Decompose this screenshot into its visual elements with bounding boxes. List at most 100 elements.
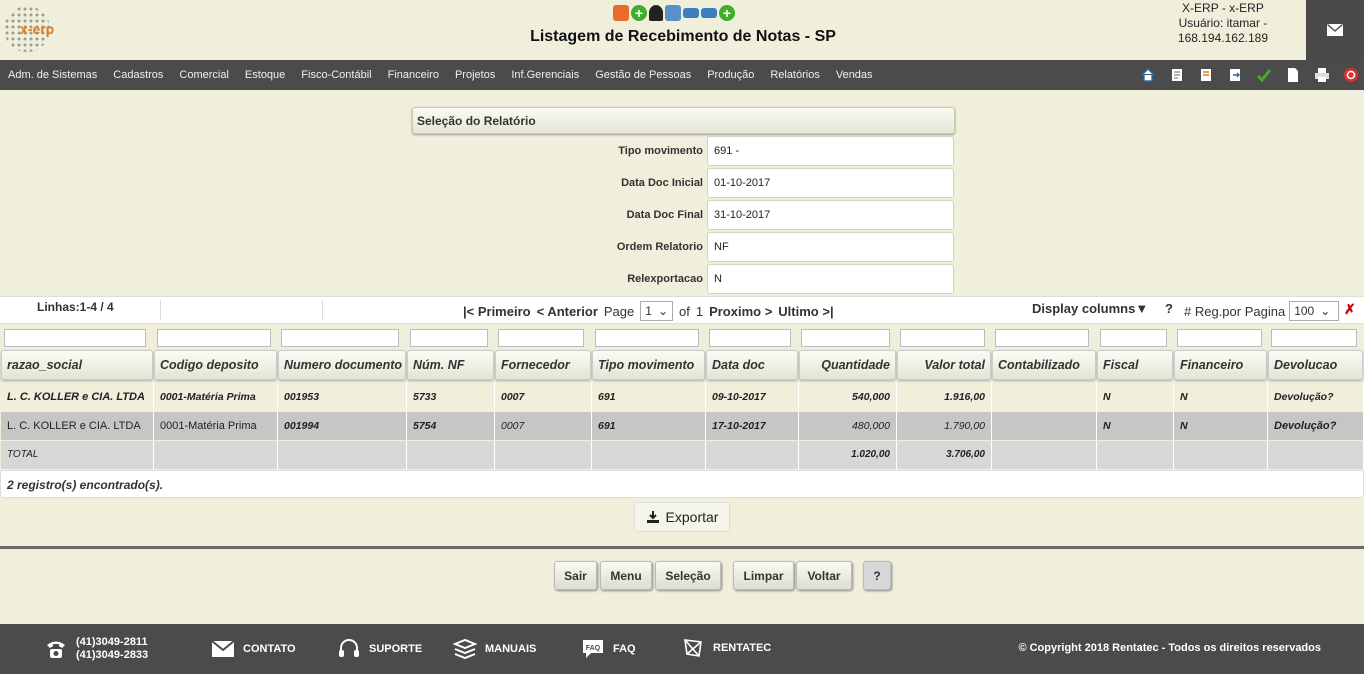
clear-filter-icon[interactable]: ✗ (1344, 301, 1356, 318)
menu-financeiro[interactable]: Financeiro (380, 60, 447, 90)
menu-cadastros[interactable]: Cadastros (105, 60, 171, 90)
cell-fornecedor: 0007 (495, 383, 592, 411)
envelope-icon (1327, 24, 1343, 36)
filter-tipo-movimento[interactable] (595, 329, 699, 347)
devolucao-link[interactable]: Devolução? (1268, 412, 1364, 440)
grid-toolbar: Linhas:1-4 / 4 |< Primeiro < Anterior Pa… (0, 296, 1364, 324)
total-cell (1097, 441, 1174, 469)
menu-comercial[interactable]: Comercial (171, 60, 237, 90)
table-row[interactable]: L. C. KOLLER e CIA. LTDA 0001-Matéria Pr… (0, 412, 1364, 440)
menu-estoque[interactable]: Estoque (237, 60, 293, 90)
help-button[interactable]: ? (863, 561, 891, 590)
filter-fornecedor[interactable] (498, 329, 584, 347)
limpar-button[interactable]: Limpar (733, 561, 794, 590)
filter-codigo-deposito[interactable] (157, 329, 271, 347)
total-cell (1268, 441, 1364, 469)
rows-per-page-select[interactable]: 100 ⌄ (1289, 301, 1340, 321)
menu-vendas[interactable]: Vendas (828, 60, 881, 90)
menu-inf-gerenciais[interactable]: Inf.Gerenciais (503, 60, 587, 90)
filter-num-nf[interactable] (410, 329, 488, 347)
card2-icon[interactable] (701, 8, 717, 18)
ordem-relatorio-input[interactable]: NF (707, 232, 954, 262)
col-header-tipo-movimento[interactable]: Tipo movimento (592, 350, 705, 380)
user-add-icon[interactable] (649, 5, 663, 21)
footer-contato[interactable]: CONTATO (211, 637, 296, 661)
menu-relatorios[interactable]: Relatórios (762, 60, 828, 90)
devolucao-link[interactable]: Devolução? (1268, 383, 1364, 411)
col-header-codigo-deposito[interactable]: Codigo deposito (154, 350, 277, 380)
col-header-num-nf[interactable]: Núm. NF (407, 350, 494, 380)
menu-icons (1139, 66, 1360, 84)
footer-suporte[interactable]: SUPORTE (337, 637, 422, 661)
export-button[interactable]: Exportar (634, 502, 730, 532)
cell-contabilizado (992, 412, 1097, 440)
menu-gestao-pessoas[interactable]: Gestão de Pessoas (587, 60, 699, 90)
prev-page-link[interactable]: < Anterior (537, 304, 598, 319)
menu-projetos[interactable]: Projetos (447, 60, 503, 90)
print-icon[interactable] (1313, 66, 1331, 84)
new-doc-icon[interactable] (1284, 66, 1302, 84)
footer-faq[interactable]: FAQ FAQ (581, 637, 636, 661)
mail-icon (211, 640, 235, 657)
voltar-button[interactable]: Voltar (796, 561, 852, 590)
table-row[interactable]: L. C. KOLLER e CIA. LTDA 0001-Matéria Pr… (0, 383, 1364, 411)
col-header-contabilizado[interactable]: Contabilizado (992, 350, 1096, 380)
filter-contabilizado[interactable] (995, 329, 1089, 347)
card-icon[interactable] (683, 8, 699, 18)
col-header-data-doc[interactable]: Data doc (706, 350, 798, 380)
col-header-financeiro[interactable]: Financeiro (1174, 350, 1267, 380)
tipo-movimento-input[interactable]: 691 - (707, 136, 954, 166)
col-header-fornecedor[interactable]: Fornecedor (495, 350, 591, 380)
page-select[interactable]: 1 ⌄ (640, 301, 673, 321)
menu-button[interactable]: Menu (600, 561, 652, 590)
col-header-razao-social[interactable]: razao_social (1, 350, 153, 380)
user-name: Usuário: itamar - (1178, 16, 1268, 30)
col-header-fiscal[interactable]: Fiscal (1097, 350, 1173, 380)
svg-text:FAQ: FAQ (586, 645, 601, 652)
filter-razao-social[interactable] (4, 329, 146, 347)
network-icon[interactable] (665, 5, 681, 21)
exit-icon[interactable] (1342, 66, 1360, 84)
last-page-link[interactable]: Ultimo >| (778, 304, 833, 319)
footer-rentatec[interactable]: RENTATEC (681, 636, 771, 660)
menu-producao[interactable]: Produção (699, 60, 762, 90)
report-icon[interactable] (1197, 66, 1215, 84)
relexportacao-input[interactable]: N (707, 264, 954, 294)
data-doc-final-input[interactable]: 31-10-2017 (707, 200, 954, 230)
first-page-link[interactable]: |< Primeiro (463, 304, 531, 319)
col-header-devolucao[interactable]: Devolucao (1268, 350, 1363, 380)
home-icon[interactable] (1139, 66, 1157, 84)
display-columns-button[interactable]: Display columns▼ (1032, 301, 1148, 316)
filter-financeiro[interactable] (1177, 329, 1262, 347)
phone-1: (41)3049-2811 (76, 636, 148, 648)
help-link[interactable]: ? (1165, 301, 1173, 316)
filter-fiscal[interactable] (1100, 329, 1167, 347)
col-header-valor-total[interactable]: Valor total (897, 350, 991, 380)
filter-quantidade[interactable] (801, 329, 890, 347)
filter-valor-total[interactable] (900, 329, 985, 347)
menu-adm-sistemas[interactable]: Adm. de Sistemas (0, 60, 105, 90)
field-data-doc-inicial: Data Doc Inicial 01-10-2017 (412, 168, 955, 198)
mail-button[interactable] (1306, 0, 1364, 60)
cell-financeiro: N (1174, 383, 1268, 411)
filter-devolucao[interactable] (1271, 329, 1357, 347)
filter-data-doc[interactable] (709, 329, 791, 347)
next-page-link[interactable]: Proximo > (709, 304, 772, 319)
add-icon[interactable]: + (631, 5, 647, 21)
data-doc-inicial-input[interactable]: 01-10-2017 (707, 168, 954, 198)
export-label: Exportar (665, 509, 719, 525)
cell-valor-total: 1.916,00 (897, 383, 992, 411)
footer-manuais[interactable]: MANUAIS (453, 637, 536, 661)
check-icon[interactable] (1255, 66, 1273, 84)
menu-fisco-contabil[interactable]: Fisco-Contábil (293, 60, 379, 90)
col-header-numero-documento[interactable]: Numero documento (278, 350, 406, 380)
cell-data-doc: 17-10-2017 (706, 412, 799, 440)
filter-numero-documento[interactable] (281, 329, 399, 347)
edit-doc-icon[interactable] (1168, 66, 1186, 84)
col-header-quantidade[interactable]: Quantidade (799, 350, 896, 380)
selecao-button[interactable]: Seleção (655, 561, 721, 590)
add2-icon[interactable]: + (719, 5, 735, 21)
ppt-export-icon[interactable] (613, 5, 629, 21)
sair-button[interactable]: Sair (554, 561, 597, 590)
export-doc-icon[interactable] (1226, 66, 1244, 84)
